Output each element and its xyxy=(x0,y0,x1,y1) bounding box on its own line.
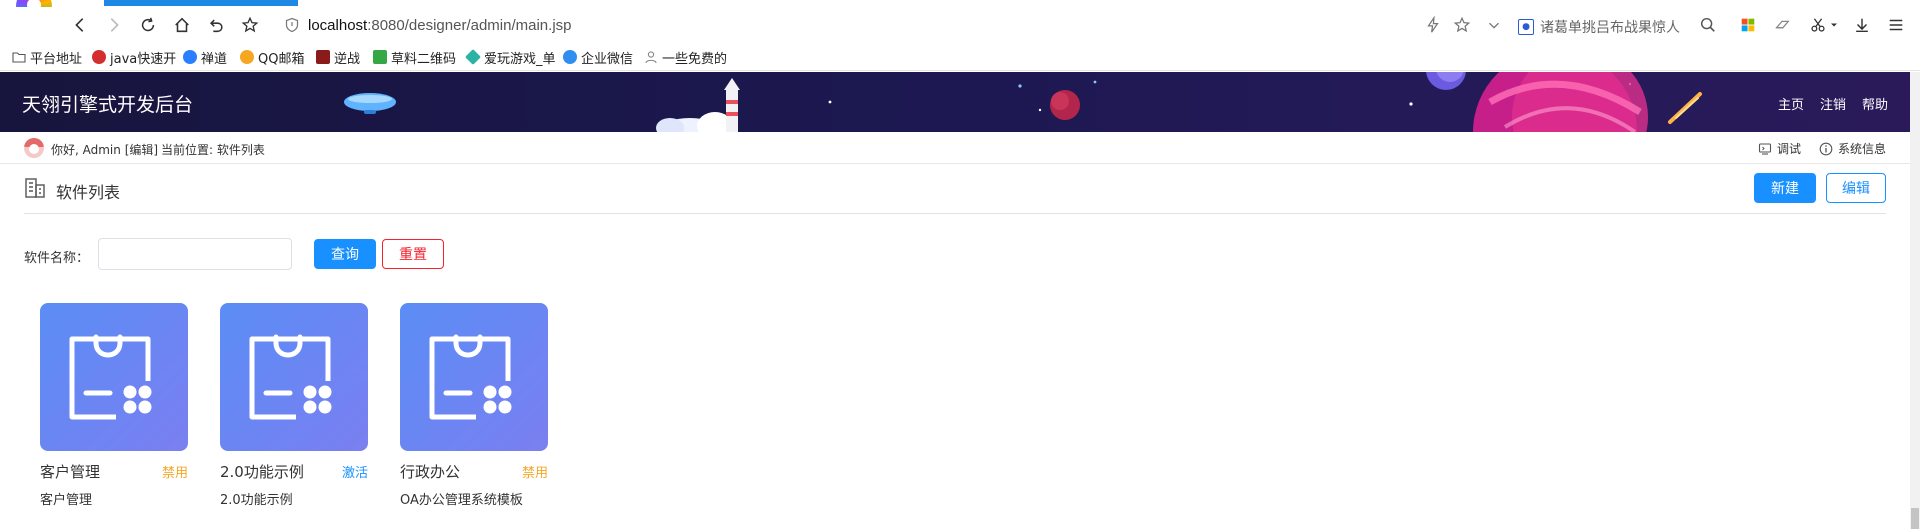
app-name: 2.0功能示例 xyxy=(220,463,304,481)
sysinfo-button[interactable]: 系统信息 xyxy=(1819,140,1886,157)
java-icon xyxy=(92,50,106,64)
app-thumbnail[interactable] xyxy=(400,303,548,451)
qq-mail-icon xyxy=(240,50,254,64)
bookmark-item[interactable]: java快速开 xyxy=(92,48,176,67)
software-name-input[interactable] xyxy=(98,238,292,270)
scissors-dropdown-icon[interactable] xyxy=(1826,13,1842,37)
app-name: 客户管理 xyxy=(40,463,101,481)
app-status[interactable]: 禁用 xyxy=(162,462,188,481)
app-thumbnail[interactable] xyxy=(220,303,368,451)
lightning-icon[interactable] xyxy=(1421,13,1445,37)
scrollbar-thumb[interactable] xyxy=(1911,508,1919,529)
forward-icon[interactable] xyxy=(102,13,126,37)
bookmark-item[interactable]: 企业微信 xyxy=(563,48,633,67)
search-icon[interactable] xyxy=(1696,13,1720,37)
reset-button[interactable]: 重置 xyxy=(382,239,444,269)
baidu-paw-icon: ● xyxy=(1518,19,1534,35)
eraser-icon[interactable] xyxy=(1770,13,1794,37)
tab-strip xyxy=(0,0,1920,7)
qrcode-icon xyxy=(373,50,387,64)
info-icon xyxy=(1819,142,1833,155)
user-icon xyxy=(645,51,657,64)
bookmark-item[interactable]: QQ邮箱 xyxy=(240,48,304,67)
page-header: 软件列表 xyxy=(24,174,1886,214)
app-name: 行政办公 xyxy=(400,463,461,481)
tab-loading-bar xyxy=(104,0,298,6)
bookmarks-bar: 平台地址 java快速开 禅道 QQ邮箱 逆战 草料二维码 爱玩游戏_单 企业微… xyxy=(0,43,1920,71)
apps-grid-icon[interactable] xyxy=(1736,13,1760,37)
app-card[interactable]: 客户管理 禁用 客户管理 xyxy=(40,303,188,513)
debug-button[interactable]: 调试 xyxy=(1758,140,1801,157)
bookmark-item[interactable]: 爱玩游戏_单 xyxy=(465,48,556,67)
space-illustration xyxy=(344,72,1702,132)
app-thumbnail[interactable] xyxy=(40,303,188,451)
new-button[interactable]: 新建 xyxy=(1754,173,1816,203)
header-nav: 主页 注销 帮助 xyxy=(1778,94,1888,113)
software-name-label: 软件名称： xyxy=(24,251,90,266)
breadcrumb: 当前位置: 软件列表 xyxy=(161,143,265,157)
edit-button[interactable]: 编辑 xyxy=(1826,173,1886,203)
reload-icon[interactable] xyxy=(136,13,160,37)
bookmark-item[interactable]: 草料二维码 xyxy=(373,48,456,67)
bookmark-item[interactable]: 一些免费的 xyxy=(644,48,727,67)
address-text[interactable]: localhost:8080/designer/admin/main.jsp xyxy=(308,17,572,34)
user-info-bar: 你好, Admin [编辑] 当前位置: 软件列表 调试 系统信息 xyxy=(0,132,1910,164)
back-icon[interactable] xyxy=(68,13,92,37)
bookmark-item[interactable]: 平台地址 xyxy=(12,48,82,67)
vertical-scrollbar[interactable] xyxy=(1910,72,1920,529)
app-card[interactable]: 行政办公 禁用 OA办公管理系统模板 xyxy=(400,303,548,513)
wecom-icon xyxy=(563,50,577,64)
game-diamond-icon xyxy=(465,49,481,65)
bookmark-star-icon[interactable] xyxy=(1450,13,1474,37)
greeting: 你好, Admin [编辑] xyxy=(51,143,159,157)
undo-icon[interactable] xyxy=(204,13,228,37)
favorite-star-icon[interactable] xyxy=(238,13,262,37)
chevron-down-icon[interactable] xyxy=(1482,13,1506,37)
browser-toolbar: localhost:8080/designer/admin/main.jsp ●… xyxy=(0,7,1920,43)
debug-icon xyxy=(1758,142,1772,155)
nav-logout-link[interactable]: 注销 xyxy=(1820,94,1846,113)
app-description: 客户管理 xyxy=(40,493,93,508)
edit-profile-link[interactable]: [编辑] xyxy=(125,143,158,157)
menu-icon[interactable] xyxy=(1884,13,1908,37)
address-bar[interactable]: localhost:8080/designer/admin/main.jsp xyxy=(284,13,572,37)
folder-icon xyxy=(12,52,26,63)
app-description: OA办公管理系统模板 xyxy=(400,493,523,508)
nav-help-link[interactable]: 帮助 xyxy=(1862,94,1888,113)
app-bag-icon xyxy=(249,334,332,420)
subbar-tools: 调试 系统信息 xyxy=(1758,140,1886,157)
app-header: 天翎引擎式开发后台 主页 注销 帮助 xyxy=(0,72,1910,132)
download-icon[interactable] xyxy=(1850,13,1874,37)
app-card[interactable]: 2.0功能示例 激活 2.0功能示例 xyxy=(220,303,368,513)
app-title: 天翎引擎式开发后台 xyxy=(22,94,194,116)
avatar[interactable] xyxy=(24,138,44,158)
zentao-icon xyxy=(183,50,197,64)
page-title: 软件列表 xyxy=(56,183,121,202)
bookmark-item[interactable]: 禅道 xyxy=(183,48,227,67)
search-hint[interactable]: 诸葛单挑吕布战果惊人 xyxy=(1540,17,1680,37)
app-status[interactable]: 禁用 xyxy=(522,462,548,481)
app-status[interactable]: 激活 xyxy=(342,462,368,481)
game-icon xyxy=(316,50,330,64)
security-shield-icon xyxy=(285,17,299,33)
home-icon[interactable] xyxy=(170,13,194,37)
browser-search-box[interactable]: ● 诸葛单挑吕布战果惊人 xyxy=(1518,17,1680,37)
app-bag-icon xyxy=(429,334,512,420)
building-icon xyxy=(25,178,45,198)
app-description: 2.0功能示例 xyxy=(220,493,293,508)
app-bag-icon xyxy=(69,334,152,420)
nav-home-link[interactable]: 主页 xyxy=(1778,94,1804,113)
bookmark-item[interactable]: 逆战 xyxy=(316,48,360,67)
query-button[interactable]: 查询 xyxy=(314,239,376,269)
